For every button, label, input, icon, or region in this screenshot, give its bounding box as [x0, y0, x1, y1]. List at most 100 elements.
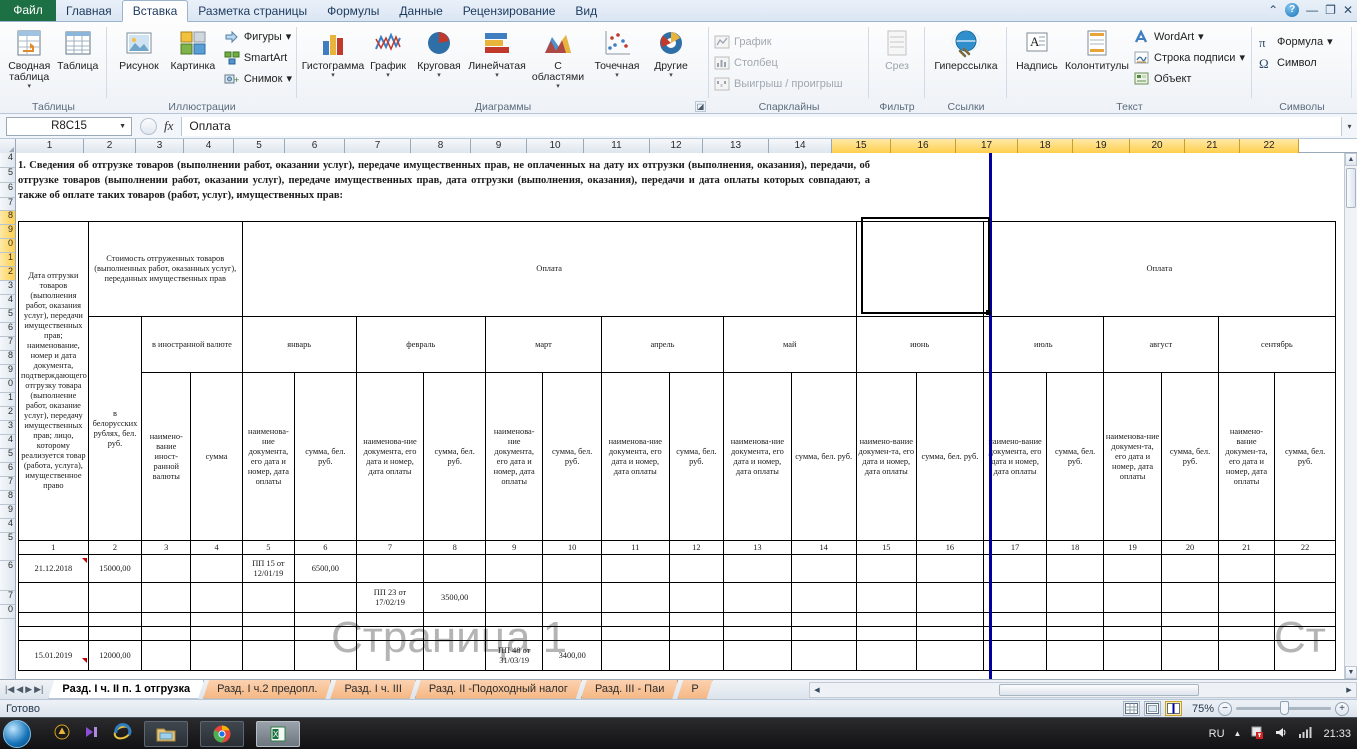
numbering-cell-5[interactable]: 5 — [241, 540, 296, 555]
page-break-preview-icon[interactable] — [1164, 701, 1182, 716]
sparkline-line-button[interactable]: График — [714, 31, 843, 52]
data-cell-r3-c1[interactable] — [18, 626, 89, 641]
sheet-tab-2[interactable]: Разд. I ч. III — [330, 680, 415, 699]
chevron-down-icon[interactable]: ▾ — [27, 83, 31, 90]
cell-sub-sum-6[interactable]: сумма, бел. руб. — [294, 372, 357, 541]
scroll-up-arrow-icon[interactable]: ▲ — [1345, 153, 1357, 166]
sheet-tab-0[interactable]: Разд. I ч. II п. 1 отгрузка — [48, 680, 204, 699]
data-cell-r2-c16[interactable] — [916, 612, 984, 627]
data-cell-r0-c21[interactable] — [1217, 554, 1276, 583]
data-cell-r0-c7[interactable] — [355, 554, 425, 583]
data-cell-r4-c4[interactable] — [190, 640, 243, 671]
data-cell-r3-c14[interactable] — [790, 626, 857, 641]
data-cell-r4-c6[interactable] — [294, 640, 357, 671]
chevron-down-icon[interactable]: ▾ — [386, 72, 390, 79]
row-header-26[interactable]: 4 — [0, 519, 15, 533]
data-cell-r4-c21[interactable] — [1217, 640, 1276, 671]
data-cell-r2-c8[interactable] — [423, 612, 486, 627]
data-cell-r4-c3[interactable] — [141, 640, 192, 671]
cell-month-june[interactable]: июнь — [855, 316, 984, 373]
data-cell-r2-c7[interactable] — [355, 612, 425, 627]
cell-sub-doc-7[interactable]: наименова-ние документа, его дата и номе… — [355, 372, 425, 541]
chevron-down-icon[interactable]: ▾ — [615, 72, 619, 79]
pie-chart-button[interactable]: Круговая ▾ — [412, 25, 466, 79]
area-chart-button[interactable]: С областями ▾ — [528, 25, 588, 90]
data-cell-r1-c2[interactable] — [87, 582, 143, 613]
data-cell-r0-c4[interactable] — [190, 554, 243, 583]
data-cell-r3-c10[interactable] — [542, 626, 602, 641]
collapse-ribbon-icon[interactable]: ⌃ — [1268, 3, 1278, 17]
data-cell-r2-c6[interactable] — [294, 612, 357, 627]
data-cell-r1-c13[interactable] — [723, 582, 792, 613]
column-header-9[interactable]: 9 — [471, 139, 527, 153]
row-header-20[interactable]: 4 — [0, 435, 15, 449]
row-header-18[interactable]: 2 — [0, 407, 15, 421]
row-header-25[interactable]: 9 — [0, 505, 15, 519]
data-cell-r0-c6[interactable]: 6500,00 — [294, 554, 357, 583]
wordart-button[interactable]: WordArt ▾ — [1134, 26, 1245, 47]
volume-icon[interactable] — [1274, 725, 1289, 743]
column-header-5[interactable]: 5 — [234, 139, 285, 153]
data-cell-r2-c1[interactable] — [18, 612, 89, 627]
numbering-cell-15[interactable]: 15 — [855, 540, 918, 555]
data-cell-r2-c12[interactable] — [668, 612, 725, 627]
normal-view-icon[interactable] — [1122, 701, 1140, 716]
chrome-icon[interactable] — [200, 720, 244, 747]
data-cell-r0-c2[interactable]: 15000,00 — [87, 554, 143, 583]
zoom-out-button[interactable]: − — [1218, 701, 1232, 716]
data-cell-r0-c3[interactable] — [141, 554, 192, 583]
row-header-29[interactable]: 7 — [0, 591, 15, 605]
horizontal-scrollbar[interactable]: ◀ ▶ — [809, 681, 1357, 698]
column-header-15[interactable]: 15 — [832, 139, 891, 153]
sheet-canvas[interactable]: Страница 1 Ст 1. Сведения об отгрузке то… — [16, 153, 1357, 679]
smartart-button[interactable]: SmartArt — [224, 47, 292, 68]
row-header-4[interactable]: 8 — [0, 211, 15, 225]
row-header-10[interactable]: 4 — [0, 295, 15, 309]
sheet-tab-1[interactable]: Разд. I ч.2 предопл. — [203, 680, 331, 699]
shapes-button[interactable]: Фигуры ▾ — [224, 26, 292, 47]
data-cell-r2-c20[interactable] — [1161, 612, 1219, 627]
column-header-1[interactable]: 1 — [16, 139, 84, 153]
close-icon[interactable]: ✕ — [1343, 3, 1353, 17]
explorer-icon[interactable] — [144, 720, 188, 747]
tab-insert[interactable]: Вставка — [121, 0, 189, 22]
data-cell-r3-c20[interactable] — [1161, 626, 1219, 641]
chevron-down-icon[interactable]: ▾ — [669, 72, 673, 79]
sparkline-winloss-button[interactable]: Выигрыш / проигрыш — [714, 73, 843, 94]
chevron-down-icon[interactable]: ▾ — [1327, 35, 1333, 48]
data-cell-r0-c20[interactable] — [1161, 554, 1219, 583]
cell-sub-sum-14[interactable]: сумма, бел. руб. — [790, 372, 857, 541]
row-header-30[interactable]: 0 — [0, 605, 15, 619]
row-header-5[interactable]: 9 — [0, 225, 15, 239]
start-orb-icon[interactable] — [3, 719, 31, 748]
data-cell-r1-c1[interactable] — [18, 582, 89, 613]
language-indicator[interactable]: RU — [1209, 728, 1225, 740]
data-cell-r1-c8[interactable]: 3500,00 — [423, 582, 486, 613]
column-header-21[interactable]: 21 — [1185, 139, 1240, 153]
row-header-2[interactable]: 6 — [0, 183, 15, 198]
numbering-cell-14[interactable]: 14 — [790, 540, 857, 555]
column-header-8[interactable]: 8 — [411, 139, 471, 153]
data-cell-r0-c13[interactable] — [723, 554, 792, 583]
page-layout-view-icon[interactable] — [1143, 701, 1161, 716]
column-header-18[interactable]: 18 — [1018, 139, 1073, 153]
column-chart-button[interactable]: Гистограмма ▾ — [302, 25, 364, 79]
chevron-down-icon[interactable]: ▼ — [119, 123, 126, 130]
column-header-17[interactable]: 17 — [956, 139, 1018, 153]
data-cell-r0-c11[interactable] — [600, 554, 670, 583]
data-cell-r4-c18[interactable] — [1046, 640, 1104, 671]
numbering-cell-20[interactable]: 20 — [1161, 540, 1219, 555]
numbering-cell-11[interactable]: 11 — [600, 540, 670, 555]
numbering-cell-13[interactable]: 13 — [723, 540, 792, 555]
data-cell-r4-c13[interactable] — [723, 640, 792, 671]
column-header-22[interactable]: 22 — [1240, 139, 1299, 153]
cell-sub-doc-17[interactable]: наимено-вание документа, его дата и номе… — [982, 372, 1048, 541]
row-header-15[interactable]: 9 — [0, 365, 15, 379]
numbering-cell-18[interactable]: 18 — [1046, 540, 1104, 555]
sheet-tab-4[interactable]: Разд. III - Паи — [581, 680, 678, 699]
help-icon[interactable]: ? — [1285, 3, 1300, 17]
cell-sub-doc-11[interactable]: наименова-ние документа, его дата и номе… — [600, 372, 670, 541]
bar-chart-button[interactable]: Линейчатая ▾ — [466, 25, 528, 79]
chevron-down-icon[interactable]: ▾ — [495, 72, 499, 79]
column-header-7[interactable]: 7 — [345, 139, 411, 153]
